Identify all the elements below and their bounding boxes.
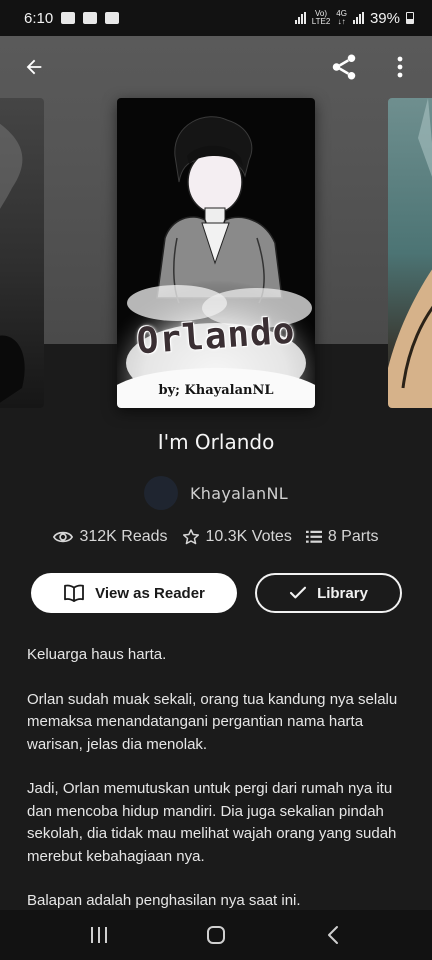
votes-count: 10.3K Votes	[205, 528, 292, 545]
top-app-bar	[0, 36, 432, 98]
parts-count: 8 Parts	[327, 528, 379, 545]
lte-bottom: LTE2	[311, 17, 331, 26]
signal-icon-2	[352, 12, 364, 24]
gallery-icon	[61, 12, 76, 24]
story-title: I'm Orlando	[157, 430, 275, 454]
next-story-cover[interactable]	[388, 98, 432, 408]
status-time: 6:10	[24, 9, 54, 27]
story-stats: 312K Reads 10.3K Votes 8 Parts	[0, 528, 432, 546]
back-arrow-icon[interactable]	[18, 51, 50, 83]
description-paragraph: Orlan sudah muak sekali, orang tua kandu…	[27, 690, 398, 753]
back-icon[interactable]	[313, 915, 353, 955]
list-icon	[305, 530, 322, 543]
net-bottom: ↓↑	[337, 17, 346, 26]
eye-icon	[53, 531, 74, 543]
story-cover[interactable]: Orlando by; KhayalanNL	[117, 98, 315, 408]
view-as-reader-label: View as Reader	[95, 584, 205, 602]
description-paragraph: Keluarga haus harta.	[27, 646, 167, 663]
reads-count: 312K Reads	[79, 528, 168, 545]
top-actions	[328, 51, 416, 83]
system-nav-bar	[0, 910, 432, 960]
checkmark-icon	[290, 586, 307, 599]
home-icon[interactable]	[196, 915, 236, 955]
status-left: 6:10	[24, 9, 120, 27]
check-icon	[105, 12, 120, 24]
status-bar: 6:10 Vo) LTE2 4G ↓↑ 39%	[0, 0, 432, 36]
library-label: Library	[317, 584, 368, 602]
action-buttons: View as Reader Library	[31, 573, 402, 613]
recent-apps-icon[interactable]	[79, 915, 119, 955]
votes-stat: 10.3K Votes	[182, 528, 292, 546]
story-description: Keluarga haus harta. Orlan sudah muak se…	[27, 644, 407, 935]
battery-icon	[406, 12, 414, 24]
view-as-reader-button[interactable]: View as Reader	[31, 573, 237, 613]
cover-author-art: by; KhayalanNL	[158, 383, 274, 398]
signal-icon	[294, 12, 306, 24]
description-paragraph: Jadi, Orlan memutuskan untuk pergi dari …	[27, 780, 397, 865]
share-icon[interactable]	[328, 51, 360, 83]
author-avatar[interactable]	[144, 476, 178, 510]
previous-story-cover[interactable]	[0, 98, 44, 408]
parts-stat: 8 Parts	[305, 528, 379, 546]
author-name[interactable]: KhayalanNL	[190, 484, 288, 503]
status-right: Vo) LTE2 4G ↓↑ 39%	[294, 9, 414, 27]
story-detail-screen: 6:10 Vo) LTE2 4G ↓↑ 39% Orlando by; Khay…	[0, 0, 432, 960]
network-type-icon: 4G ↓↑	[336, 10, 347, 26]
more-vert-icon[interactable]	[384, 51, 416, 83]
battery-percent: 39%	[369, 9, 400, 27]
star-icon	[182, 529, 199, 545]
library-button[interactable]: Library	[255, 573, 402, 613]
youtube-icon	[83, 12, 98, 24]
book-icon	[64, 584, 84, 602]
reads-stat: 312K Reads	[53, 528, 168, 546]
author-row[interactable]: KhayalanNL	[0, 476, 432, 510]
lte-icon: Vo) LTE2	[312, 10, 331, 26]
